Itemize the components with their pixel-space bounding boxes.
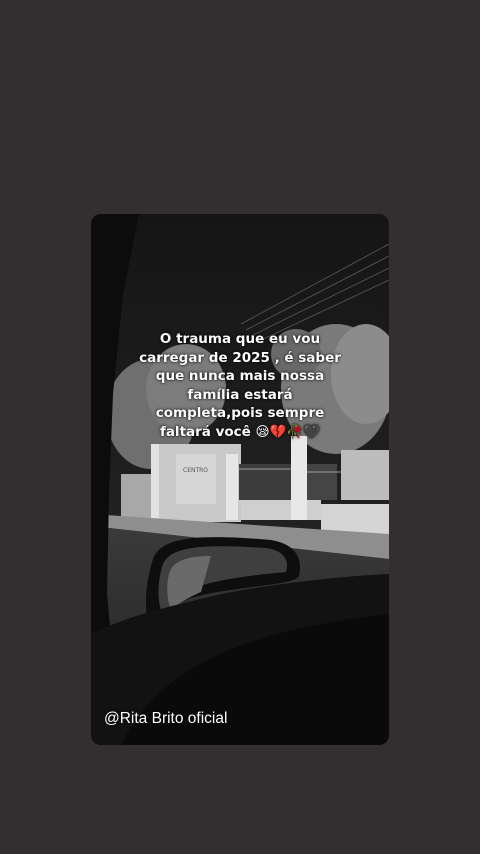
author-handle[interactable]: @Rita Brito oficial <box>104 710 227 728</box>
quote-line: faltará você 😪💔🥀🖤 <box>159 423 321 440</box>
quote-line: que nunca mais nossa <box>155 368 325 384</box>
quote-line: completa,pois sempre <box>155 405 325 421</box>
quote-line: carregar de 2025 , é saber <box>139 349 341 366</box>
story-card[interactable]: CENTRO O trauma que eu vou carregar de 2… <box>91 214 389 745</box>
building-sign: CENTRO <box>183 467 208 474</box>
quote-line: família estará <box>187 386 293 403</box>
night-street-photo: CENTRO <box>91 214 389 745</box>
story-quote: O trauma que eu vou carregar de 2025 , é… <box>121 330 359 441</box>
quote-line: O trauma que eu vou <box>159 331 321 347</box>
